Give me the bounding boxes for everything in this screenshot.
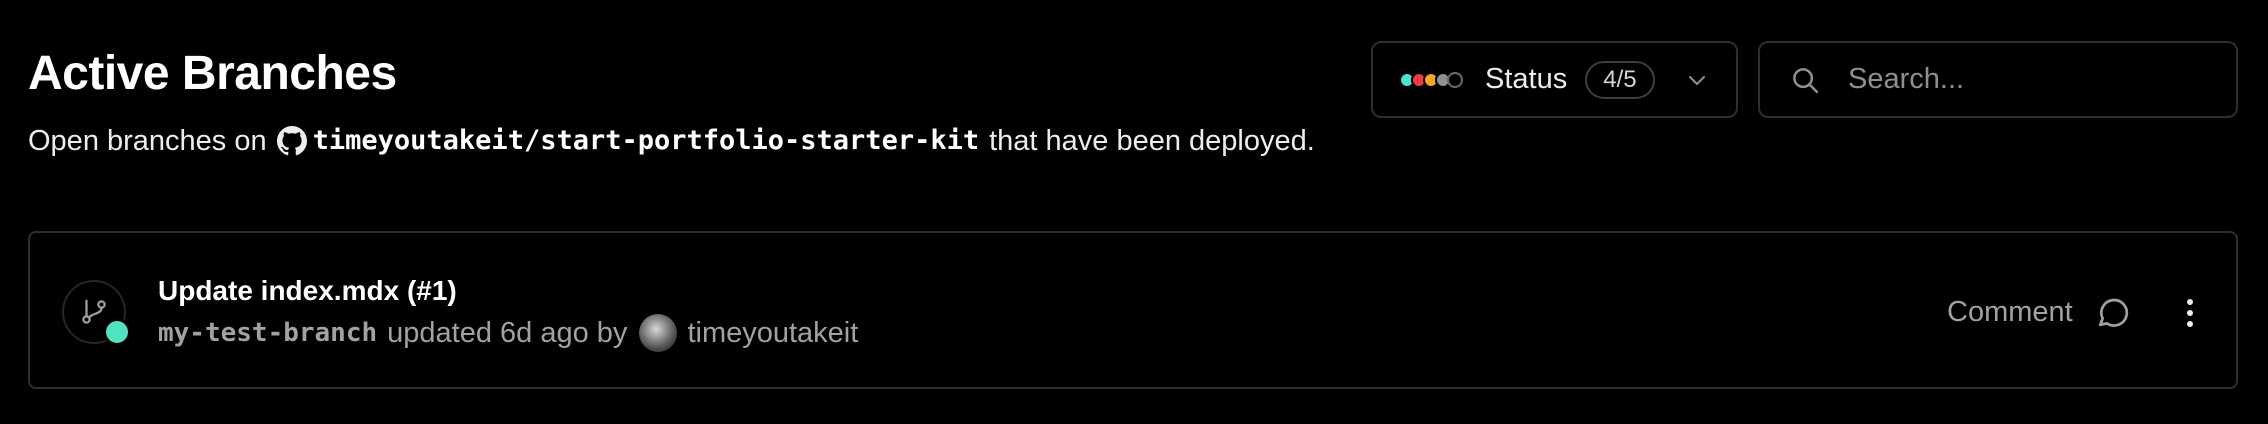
updated-text: updated 6d ago by [387,316,628,349]
subtitle-suffix: that have been deployed. [989,125,1315,157]
status-label: Status [1485,63,1568,95]
avatar [639,314,678,352]
branch-meta: my-test-branch updated 6d ago by timeyou… [158,313,858,353]
page-title: Active Branches [28,47,397,100]
branch-title[interactable]: Update index.mdx (#1) [158,273,457,309]
page-subtitle: Open branches on timeyoutakeit/start-por… [28,121,1315,161]
comment-button[interactable]: Comment [1947,289,2131,335]
more-vertical-icon [2187,299,2193,327]
more-options-button[interactable] [2172,293,2208,333]
status-filter-button[interactable]: Status 4/5 [1371,41,1738,118]
comment-icon [2098,298,2128,327]
comment-label: Comment [1947,295,2073,328]
search-box[interactable] [1758,41,2238,118]
status-dots-icon [1399,70,1469,90]
git-branch-icon [82,299,106,324]
deployment-status-dot [103,318,131,346]
status-dot [1447,71,1463,88]
branch-card[interactable]: Update index.mdx (#1) my-test-branch upd… [28,231,2238,389]
chevron-down-icon [1688,75,1705,85]
author-name[interactable]: timeyoutakeit [687,317,858,350]
github-icon [276,126,307,156]
subtitle-prefix: Open branches on [28,125,267,157]
search-icon [1793,67,1819,93]
repo-link[interactable]: timeyoutakeit/start-portfolio-starter-ki… [313,121,979,161]
status-count-badge: 4/5 [1585,60,1655,99]
search-input[interactable] [1846,62,2210,97]
branch-name[interactable]: my-test-branch [158,318,377,348]
